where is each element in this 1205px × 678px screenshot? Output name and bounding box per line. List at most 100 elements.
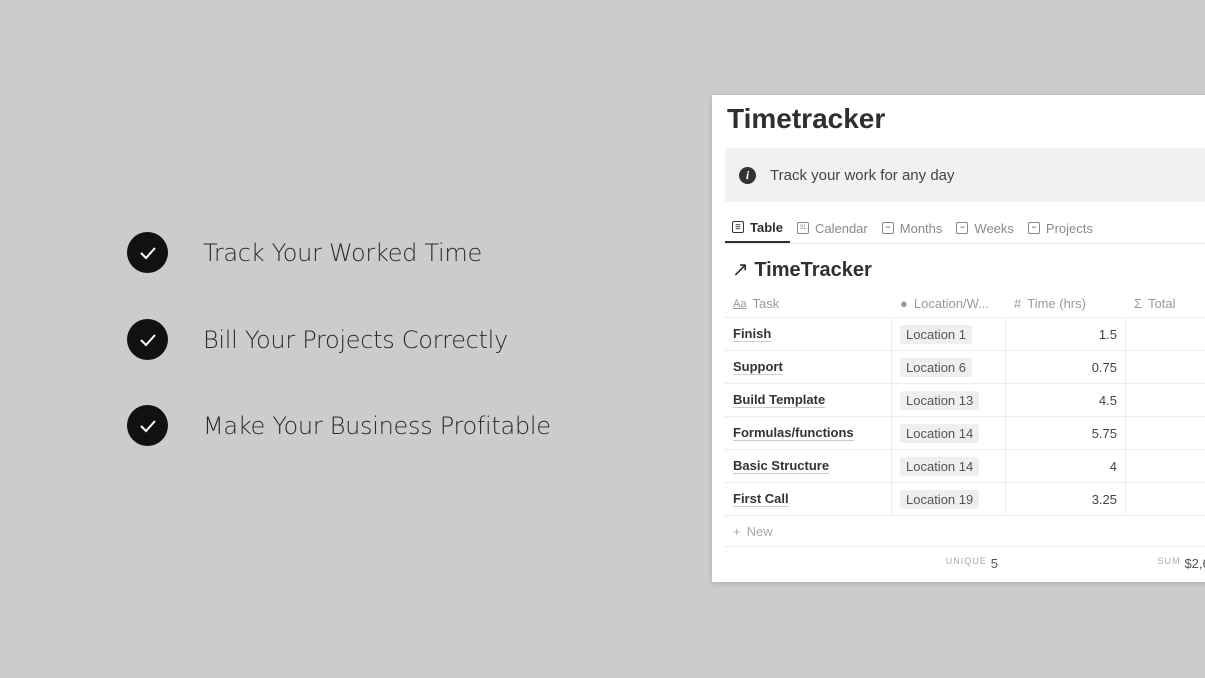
callout-text: Track your work for any day bbox=[770, 166, 955, 184]
time-value: 4 bbox=[1109, 458, 1117, 474]
location-tag: Location 1 bbox=[900, 324, 972, 344]
new-label: New bbox=[746, 523, 773, 539]
task-cell[interactable]: Basic Structure bbox=[725, 450, 892, 482]
number-property-icon: # bbox=[1014, 296, 1022, 311]
page-title: Timetracker bbox=[727, 103, 886, 134]
database-title[interactable]: ↗ TimeTracker bbox=[732, 257, 872, 282]
time-cell[interactable]: 4 bbox=[1006, 450, 1126, 482]
tab-months[interactable]: ▪▪ Months bbox=[875, 213, 950, 243]
tab-label: Calendar bbox=[815, 220, 868, 236]
database-title-text: TimeTracker bbox=[754, 259, 872, 281]
total-cell[interactable]: $80 bbox=[1126, 417, 1205, 449]
column-header-time[interactable]: # Time (hrs) bbox=[1006, 290, 1126, 317]
check-circle-icon bbox=[127, 232, 168, 273]
feature-label: Make Your Business Profitable bbox=[203, 411, 551, 440]
calc-label: UNIQUE bbox=[945, 555, 987, 566]
tab-label: Weeks bbox=[974, 220, 1014, 236]
table-row[interactable]: First Call Location 19 3.25 $61 bbox=[725, 483, 1205, 516]
location-tag: Location 14 bbox=[900, 423, 980, 443]
task-cell[interactable]: Finish bbox=[725, 318, 892, 350]
calendar-icon: 31 bbox=[797, 222, 809, 234]
table-footer: UNIQUE5 SUM$2,62 bbox=[725, 547, 1205, 579]
feature-label: Track Your Worked Time bbox=[203, 238, 482, 267]
column-label: Total bbox=[1148, 296, 1176, 311]
link-arrow-icon: ↗ bbox=[732, 259, 749, 281]
feature-label: Bill Your Projects Correctly bbox=[203, 325, 508, 354]
location-tag: Location 14 bbox=[900, 456, 980, 476]
location-cell[interactable]: Location 1 bbox=[892, 318, 1006, 350]
column-label: Task bbox=[752, 296, 780, 311]
calc-value: 5 bbox=[990, 555, 998, 571]
table-icon: ☰ bbox=[732, 221, 744, 233]
time-value: 5.75 bbox=[1091, 425, 1117, 441]
time-cell[interactable]: 4.5 bbox=[1006, 384, 1126, 416]
text-property-icon: Aa bbox=[733, 297, 747, 310]
time-cell[interactable]: 5.75 bbox=[1006, 417, 1126, 449]
location-cell[interactable]: Location 13 bbox=[892, 384, 1006, 416]
formula-property-icon: Σ bbox=[1134, 296, 1143, 311]
table-row[interactable]: Basic Structure Location 14 4 $56 bbox=[725, 450, 1205, 483]
gallery-icon: ▪▪ bbox=[1027, 222, 1040, 234]
callout: i Track your work for any day bbox=[725, 148, 1205, 202]
feature-item: Make Your Business Profitable bbox=[127, 405, 551, 446]
time-cell[interactable]: 0.75 bbox=[1006, 351, 1126, 383]
location-tag: Location 19 bbox=[900, 489, 980, 509]
tab-weeks[interactable]: ▪▪ Weeks bbox=[949, 213, 1021, 243]
task-name: Formulas/functions bbox=[733, 425, 854, 441]
task-cell[interactable]: First Call bbox=[725, 483, 892, 515]
location-cell[interactable]: Location 6 bbox=[892, 351, 1006, 383]
location-tag: Location 6 bbox=[900, 357, 972, 377]
tab-calendar[interactable]: 31 Calendar bbox=[790, 213, 875, 243]
location-cell[interactable]: Location 19 bbox=[892, 483, 1006, 515]
table-row[interactable]: Formulas/functions Location 14 5.75 $80 bbox=[725, 417, 1205, 450]
time-cell[interactable]: 3.25 bbox=[1006, 483, 1126, 515]
total-cell[interactable]: $61 bbox=[1126, 483, 1205, 515]
total-cell[interactable]: $4 bbox=[1126, 351, 1205, 383]
time-cell[interactable]: 1.5 bbox=[1006, 318, 1126, 350]
location-cell[interactable]: Location 14 bbox=[892, 450, 1006, 482]
tab-label: Projects bbox=[1045, 220, 1093, 236]
task-cell[interactable]: Support bbox=[725, 351, 892, 383]
tab-projects[interactable]: ▪▪ Projects bbox=[1021, 213, 1100, 243]
info-icon: i bbox=[739, 166, 756, 184]
select-property-icon: ● bbox=[900, 296, 908, 311]
tab-label: Months bbox=[899, 220, 943, 236]
table-row[interactable]: Build Template Location 13 4.5 $58 bbox=[725, 384, 1205, 417]
check-circle-icon bbox=[127, 319, 168, 360]
notion-page-screenshot: Timetracker i Track your work for any da… bbox=[712, 95, 1205, 582]
location-cell[interactable]: Location 14 bbox=[892, 417, 1006, 449]
table-row[interactable]: Support Location 6 0.75 $4 bbox=[725, 351, 1205, 384]
view-tabs: ☰ Table 31 Calendar ▪▪ Months ▪▪ Weeks ▪▪ Pro… bbox=[725, 213, 1205, 244]
time-value: 4.5 bbox=[1098, 392, 1117, 408]
column-header-location[interactable]: ● Location/W... bbox=[892, 290, 1006, 317]
time-value: 0.75 bbox=[1091, 359, 1117, 375]
location-tag: Location 13 bbox=[900, 390, 980, 410]
sum-calc[interactable]: SUM$2,62 bbox=[1006, 556, 1205, 571]
gallery-icon: ▪▪ bbox=[956, 222, 969, 234]
total-cell[interactable]: $56 bbox=[1126, 450, 1205, 482]
time-value: 1.5 bbox=[1098, 326, 1117, 342]
gallery-icon: ▪▪ bbox=[881, 222, 894, 234]
time-value: 3.25 bbox=[1091, 491, 1117, 507]
calc-label: SUM bbox=[1157, 555, 1181, 566]
total-cell[interactable]: $58 bbox=[1126, 384, 1205, 416]
table-header: Aa Task ● Location/W... # Time (hrs) Σ Total bbox=[725, 290, 1205, 318]
calc-value: $2,62 bbox=[1184, 555, 1205, 571]
column-label: Time (hrs) bbox=[1027, 296, 1086, 311]
new-row-button[interactable]: + New bbox=[725, 516, 1205, 547]
task-name: Support bbox=[733, 359, 783, 375]
unique-calc[interactable]: UNIQUE 5 bbox=[725, 556, 1006, 571]
task-cell[interactable]: Formulas/functions bbox=[725, 417, 892, 449]
table-row[interactable]: Finish Location 1 1.5 $1 bbox=[725, 318, 1205, 351]
tab-table[interactable]: ☰ Table bbox=[725, 213, 790, 243]
total-cell[interactable]: $1 bbox=[1126, 318, 1205, 350]
table: Aa Task ● Location/W... # Time (hrs) Σ Total… bbox=[725, 290, 1205, 579]
task-name: First Call bbox=[733, 491, 789, 507]
column-header-task[interactable]: Aa Task bbox=[725, 290, 892, 317]
column-header-total[interactable]: Σ Total bbox=[1126, 290, 1205, 317]
task-name: Basic Structure bbox=[733, 458, 830, 474]
task-name: Finish bbox=[733, 326, 772, 342]
check-circle-icon bbox=[127, 405, 168, 446]
tab-label: Table bbox=[750, 219, 783, 235]
task-cell[interactable]: Build Template bbox=[725, 384, 892, 416]
